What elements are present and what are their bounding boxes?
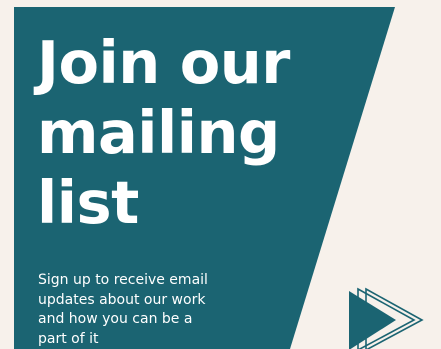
description-line-4: part of it bbox=[38, 330, 99, 347]
play-arrow-icon bbox=[349, 287, 424, 349]
description-text: Sign up to receive email updates about o… bbox=[38, 271, 268, 349]
headline-line-2: mailing bbox=[37, 98, 280, 167]
mailing-list-card: Join our mailing list Sign up to receive… bbox=[0, 0, 441, 349]
description-line-1: Sign up to receive email bbox=[38, 272, 208, 288]
headline-line-1: Join our bbox=[37, 28, 290, 97]
headline-line-3: list bbox=[37, 168, 139, 237]
description-line-2: updates about our work bbox=[38, 291, 206, 308]
page-title: Join our mailing list bbox=[37, 28, 337, 238]
description-line-3: and how you can be a bbox=[38, 311, 193, 327]
